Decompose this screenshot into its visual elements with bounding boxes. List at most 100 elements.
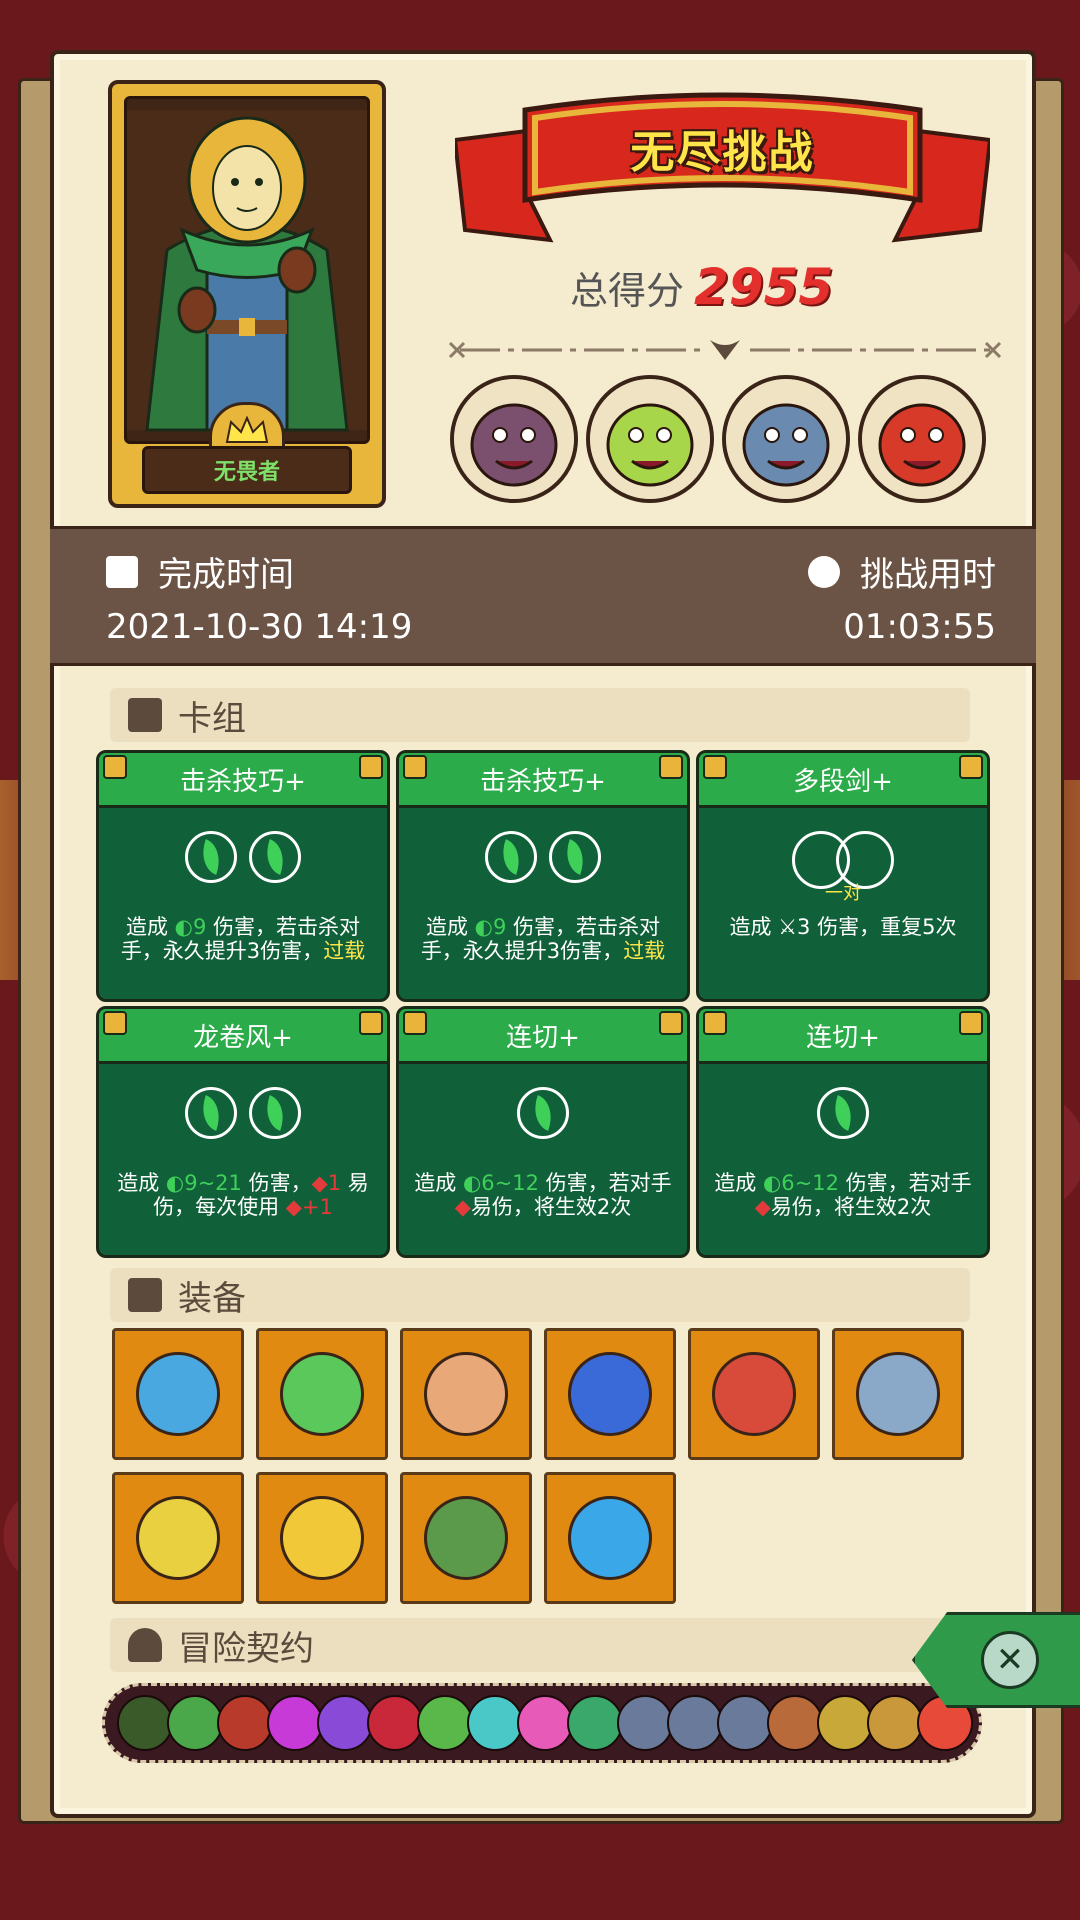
hero-portrait-card: 无畏者 xyxy=(108,80,386,508)
contract-icon[interactable] xyxy=(467,1695,523,1751)
deck-card[interactable]: 击杀技巧+ 造成 ◐9 伤害，若击杀对手，永久提升3伤害，过载 xyxy=(396,750,690,1002)
deck-card[interactable]: 连切+ 造成 ◐6~12 伤害，若对手 ◆易伤，将生效2次 xyxy=(396,1006,690,1258)
contract-icon[interactable] xyxy=(767,1695,823,1751)
agility-cost-icon xyxy=(185,1087,237,1139)
card-ring-caption: 一对 xyxy=(825,883,861,904)
boss-list xyxy=(450,375,1000,505)
agility-cost-icon xyxy=(485,831,537,883)
rhino-boss-icon[interactable] xyxy=(722,375,850,503)
card-description: 造成 ◐6~12 伤害，若对手 ◆易伤，将生效2次 xyxy=(414,1171,672,1219)
vulnerable-icon: ◆+1 xyxy=(285,1195,333,1219)
sword-damage-value: ⚔3 xyxy=(778,915,811,939)
damage-value: ◐6~12 xyxy=(762,1171,839,1195)
contract-icon[interactable] xyxy=(717,1695,773,1751)
keyword-overload: 过载 xyxy=(623,939,666,963)
damage-value: ◐6~12 xyxy=(462,1171,539,1195)
equipment-emblem xyxy=(568,1496,652,1580)
contract-icon[interactable] xyxy=(517,1695,573,1751)
damage-value: ◐9 xyxy=(174,915,207,939)
card-description: 造成 ◐9 伤害，若击杀对手，永久提升3伤害，过载 xyxy=(420,915,666,963)
equipment-section-header: 装备 xyxy=(110,1268,970,1322)
equipment-emblem xyxy=(136,1352,220,1436)
equipment-emblem xyxy=(136,1496,220,1580)
complete-time-label: 完成时间 xyxy=(158,555,294,595)
agility-cost-icon xyxy=(249,831,301,883)
contract-icon[interactable] xyxy=(667,1695,723,1751)
card-cost-row xyxy=(399,831,687,883)
contract-icon[interactable] xyxy=(167,1695,223,1751)
round-shield-icon[interactable] xyxy=(400,1328,532,1460)
cube-icon xyxy=(128,1278,162,1312)
contract-icon[interactable] xyxy=(217,1695,273,1751)
agility-cost-icon xyxy=(185,831,237,883)
equipment-emblem xyxy=(568,1352,652,1436)
deck-card[interactable]: 连切+ 造成 ◐6~12 伤害，若对手 ◆易伤，将生效2次 xyxy=(696,1006,990,1258)
vulnerable-icon: ◆ xyxy=(754,1195,771,1219)
equipment-emblem xyxy=(280,1352,364,1436)
score-row: 总得分 2955 xyxy=(570,258,833,318)
equipment-emblem xyxy=(424,1352,508,1436)
close-button[interactable]: ✕ xyxy=(912,1612,1080,1708)
card-name: 龙卷风+ xyxy=(99,1009,387,1064)
contract-icon[interactable] xyxy=(317,1695,373,1751)
contract-section-header: 冒险契约 xyxy=(110,1618,970,1672)
contract-icon[interactable] xyxy=(117,1695,173,1751)
equipment-emblem xyxy=(712,1352,796,1436)
deck-card[interactable]: 龙卷风+ 造成 ◐9~21 伤害，◆1 易伤，每次使用 ◆+1 xyxy=(96,1006,390,1258)
contract-icon[interactable] xyxy=(567,1695,623,1751)
pumpkin-shield-icon[interactable] xyxy=(112,1328,244,1460)
deck-card[interactable]: 多段剑+ 一对 造成 ⚔3 伤害，重复5次 xyxy=(696,750,990,1002)
equipment-emblem xyxy=(280,1496,364,1580)
damage-value: ◐9~21 xyxy=(165,1171,242,1195)
card-cost-row xyxy=(99,831,387,883)
card-name: 连切+ xyxy=(399,1009,687,1064)
agility-cost-icon xyxy=(249,1087,301,1139)
stopwatch-icon xyxy=(808,555,840,588)
equipment-emblem xyxy=(424,1496,508,1580)
contract-section-title: 冒险契约 xyxy=(178,1628,314,1669)
contract-icon[interactable] xyxy=(367,1695,423,1751)
duration-label-row: 挑战用时 xyxy=(808,547,996,596)
hero-figure-icon xyxy=(127,110,367,432)
card-cost-row xyxy=(399,1087,687,1139)
plant-beast-boss-icon[interactable] xyxy=(586,375,714,503)
meat-leg-icon[interactable] xyxy=(688,1328,820,1460)
banner-title: 无尽挑战 xyxy=(630,127,815,178)
ringmaster-boss-icon[interactable] xyxy=(858,375,986,503)
fire-feather-icon[interactable] xyxy=(112,1472,244,1604)
info-bar: 完成时间 2021-10-30 14:19 挑战用时 01:03:55 xyxy=(50,526,1036,666)
blue-flame-crown-icon[interactable] xyxy=(544,1472,676,1604)
herb-bundle-icon[interactable] xyxy=(256,1328,388,1460)
contract-icon[interactable] xyxy=(617,1695,673,1751)
agility-cost-icon xyxy=(549,831,601,883)
stone-golem-boss-icon[interactable] xyxy=(450,375,578,503)
contract-icon[interactable] xyxy=(867,1695,923,1751)
card-cost-row xyxy=(699,1087,987,1139)
mossy-stone-icon[interactable] xyxy=(400,1472,532,1604)
agility-cost-icon xyxy=(817,1087,869,1139)
ornament-divider xyxy=(448,340,1002,360)
contract-icon[interactable] xyxy=(817,1695,873,1751)
deck-card[interactable]: 击杀技巧+ 造成 ◐9 伤害，若击杀对手，永久提升3伤害，过载 xyxy=(96,750,390,1002)
card-name: 击杀技巧+ xyxy=(99,753,387,808)
calendar-icon xyxy=(106,555,138,588)
equipment-emblem xyxy=(856,1352,940,1436)
contract-icon[interactable] xyxy=(417,1695,473,1751)
contract-icon[interactable] xyxy=(267,1695,323,1751)
gold-coin-icon[interactable] xyxy=(256,1472,388,1604)
hero-portrait xyxy=(124,96,370,444)
vulnerable-icon: ◆1 xyxy=(311,1171,342,1195)
score-label: 总得分 xyxy=(570,269,685,313)
card-description: 造成 ◐6~12 伤害，若对手 ◆易伤，将生效2次 xyxy=(714,1171,972,1219)
deck-section-title: 卡组 xyxy=(178,698,246,739)
blue-mushroom-icon[interactable] xyxy=(544,1328,676,1460)
card-name: 多段剑+ xyxy=(699,753,987,808)
card-description: 造成 ◐9~21 伤害，◆1 易伤，每次使用 ◆+1 xyxy=(117,1171,369,1219)
card-description: 造成 ◐9 伤害，若击杀对手，永久提升3伤害，过载 xyxy=(120,915,366,963)
title-banner: 无尽挑战 xyxy=(452,90,993,250)
vulnerable-icon: ◆ xyxy=(454,1195,471,1219)
complete-time-value: 2021-10-30 14:19 xyxy=(106,607,413,647)
card-cost-row xyxy=(99,1087,387,1139)
horn-icon[interactable] xyxy=(832,1328,964,1460)
contract-strip[interactable] xyxy=(102,1683,982,1763)
